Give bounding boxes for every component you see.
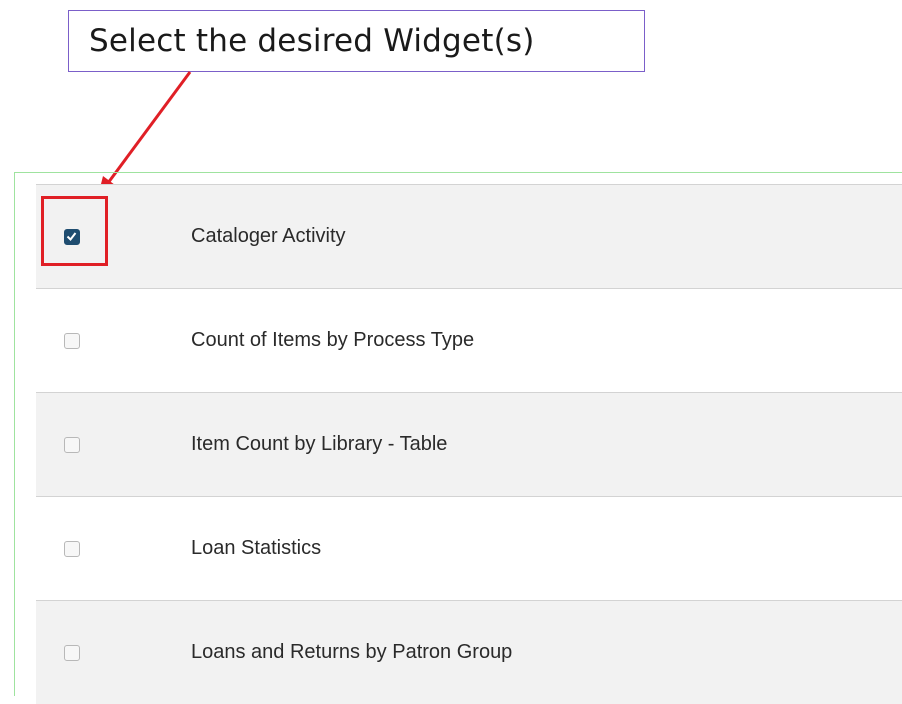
checkbox[interactable] xyxy=(64,540,80,557)
instruction-text: Select the desired Widget(s) xyxy=(89,23,535,59)
widget-label: Cataloger Activity xyxy=(191,225,346,247)
instruction-callout: Select the desired Widget(s) xyxy=(68,10,645,72)
widget-row-loans-and-returns[interactable]: Loans and Returns by Patron Group xyxy=(36,600,902,704)
widget-row-cataloger-activity[interactable]: Cataloger Activity xyxy=(36,184,902,288)
checkbox[interactable] xyxy=(64,332,80,349)
widget-row-loan-statistics[interactable]: Loan Statistics xyxy=(36,496,902,600)
annotation-highlight-box xyxy=(41,196,108,266)
widget-row-count-of-items[interactable]: Count of Items by Process Type xyxy=(36,288,902,392)
checkbox[interactable] xyxy=(64,436,80,453)
widget-label: Loan Statistics xyxy=(191,537,322,559)
widget-label: Count of Items by Process Type xyxy=(191,329,475,351)
checkbox[interactable] xyxy=(64,644,80,661)
widget-label: Loans and Returns by Patron Group xyxy=(191,641,513,663)
widget-list: Cataloger Activity Count of Items by Pro… xyxy=(36,184,902,704)
widget-label: Item Count by Library - Table xyxy=(191,433,448,455)
widget-row-item-count-by-library[interactable]: Item Count by Library - Table xyxy=(36,392,902,496)
